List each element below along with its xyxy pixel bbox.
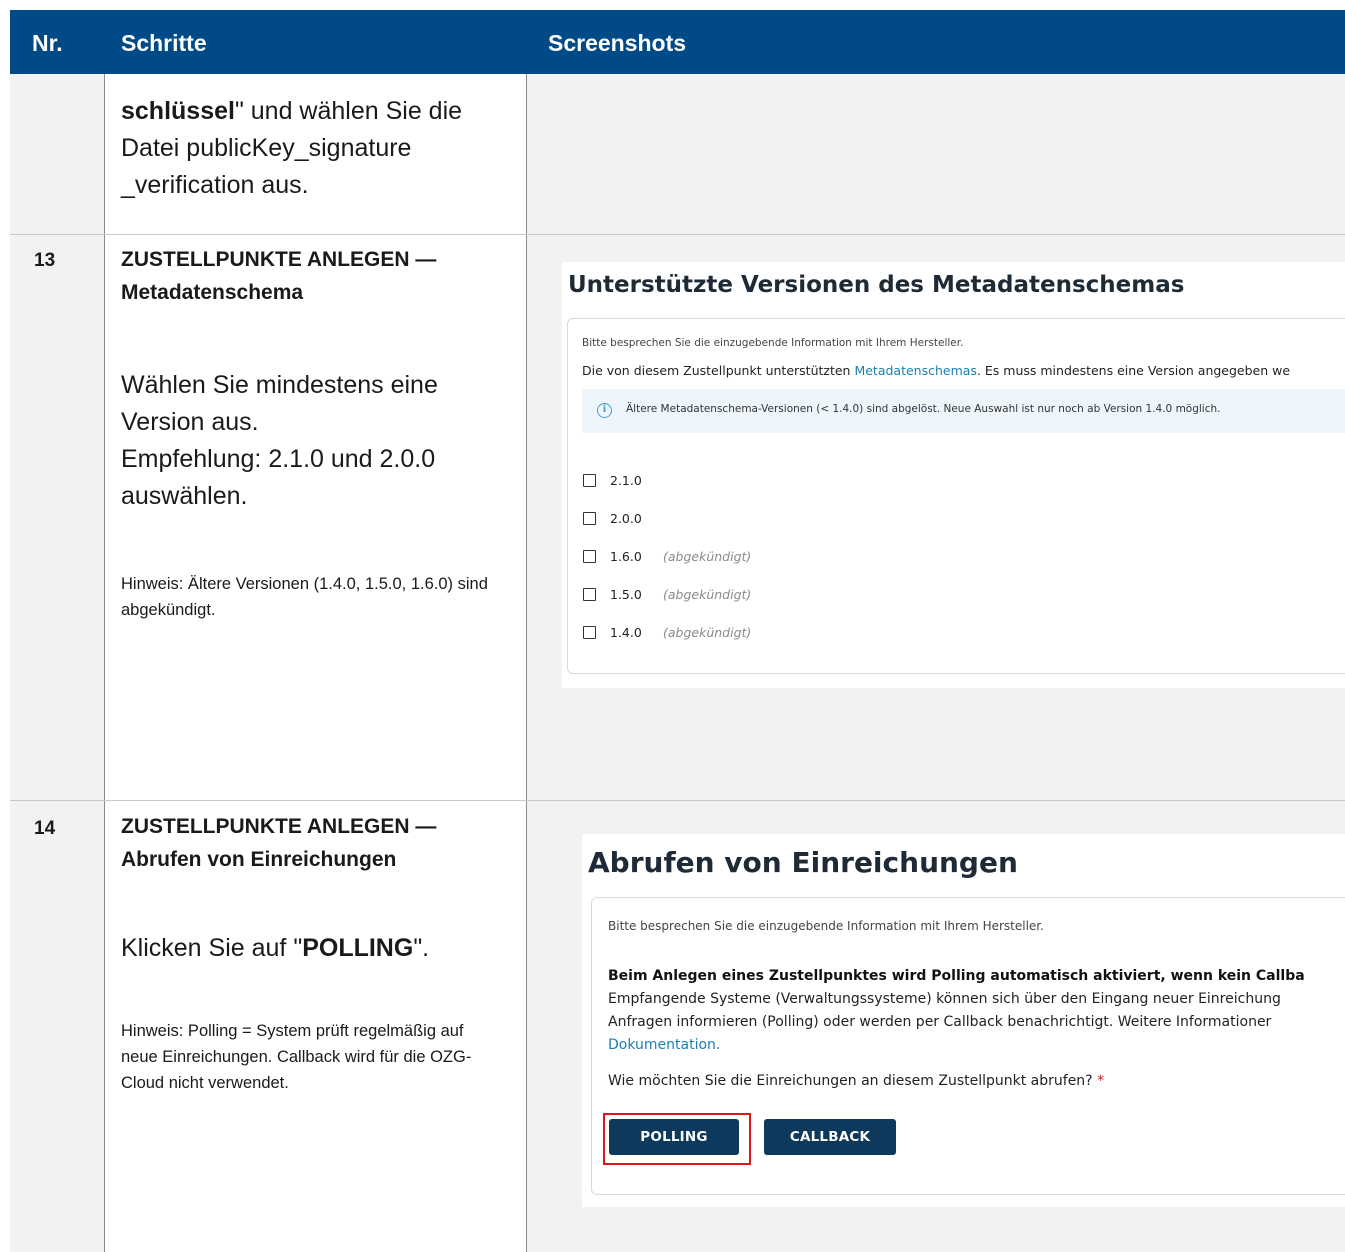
row-13-steps-cell: [104, 235, 527, 800]
version-label: 1.5.0: [610, 587, 642, 602]
step-hint: Hinweis: Polling = System prüft regelmäß…: [121, 1022, 472, 1092]
step-hint: Hinweis: Ältere Versionen (1.4.0, 1.5.0,…: [121, 575, 488, 619]
intro-text: Bitte besprechen Sie die einzugebende In…: [582, 337, 964, 349]
header-steps: Schritte: [121, 30, 207, 56]
step-number: 14: [34, 818, 56, 839]
info-icon: i: [597, 403, 612, 418]
step-text-bold: schlüssel: [121, 97, 235, 125]
step-instruction: Wählen Sie mindestens eine Version aus. …: [121, 371, 438, 510]
info-heading: Beim Anlegen eines Zustellpunktes wird P…: [608, 968, 1305, 984]
row-cont-screenshot-cell: [527, 74, 1345, 234]
checkbox-version-1-4-0[interactable]: [583, 626, 596, 639]
version-label: 1.6.0: [610, 549, 642, 564]
info-text: Anfragen informieren (Polling) oder werd…: [608, 1014, 1272, 1030]
step-instruction: Klicken Sie auf "POLLING".: [121, 934, 430, 962]
steps-table: Nr. Schritte Screenshots schlüssel" und …: [10, 10, 1345, 1252]
step-text-cont: schlüssel" und wählen Sie die Datei publ…: [121, 93, 511, 204]
deprecated-note: (abgekündigt): [663, 549, 752, 564]
required-marker: *: [1097, 1073, 1105, 1089]
deprecated-note: (abgekündigt): [663, 625, 752, 640]
info-text: Ältere Metadatenschema-Versionen (< 1.4.…: [626, 403, 1221, 415]
row-14-nr-cell: [10, 801, 104, 1252]
header-screenshots: Screenshots: [548, 30, 687, 56]
row-divider: [10, 800, 1345, 801]
intro-text: Bitte besprechen Sie die einzugebende In…: [608, 919, 1044, 933]
description-text: Die von diesem Zustellpunkt unterstützte…: [582, 363, 1291, 378]
checkbox-version-1-6-0[interactable]: [583, 550, 596, 563]
version-label: 2.0.0: [610, 511, 642, 526]
form-card: Bitte besprechen Sie die einzugebende In…: [567, 318, 1345, 674]
table-header: Nr. Schritte Screenshots: [10, 10, 1345, 74]
version-label: 1.4.0: [610, 625, 642, 640]
column-divider: [104, 74, 105, 1252]
version-label: 2.1.0: [610, 473, 642, 488]
step-text: _verification aus.: [121, 171, 309, 199]
polling-button[interactable]: POLLING: [609, 1119, 739, 1155]
checkbox-version-2-1-0[interactable]: [583, 474, 596, 487]
checkbox-version-1-5-0[interactable]: [583, 588, 596, 601]
form-card: Bitte besprechen Sie die einzugebende In…: [591, 897, 1345, 1195]
question-label: Wie möchten Sie die Einreichungen an die…: [608, 1073, 1105, 1089]
info-banner: i Ältere Metadatenschema-Versionen (< 1.…: [582, 389, 1345, 433]
step-title: ZUSTELLPUNKTE ANLEGEN — Metadatenschema: [121, 248, 437, 304]
callback-button[interactable]: CALLBACK: [764, 1119, 896, 1155]
section-title: Abrufen von Einreichungen: [588, 846, 1018, 879]
documentation-link[interactable]: Dokumentation.: [608, 1037, 720, 1053]
row-cont-nr-cell: [10, 74, 104, 234]
step-text: Datei publicKey_signature: [121, 134, 412, 162]
step-title: ZUSTELLPUNKTE ANLEGEN — Abrufen von Einr…: [121, 815, 437, 871]
info-text: Empfangende Systeme (Verwaltungssysteme)…: [608, 991, 1281, 1007]
screenshot-retrieve-submissions: Abrufen von Einreichungen Bitte besprech…: [582, 834, 1345, 1207]
checkbox-version-2-0-0[interactable]: [583, 512, 596, 525]
screenshot-metadata-schema: Unterstützte Versionen des Metadatensche…: [562, 262, 1345, 688]
column-divider: [526, 74, 527, 1252]
row-divider: [10, 234, 1345, 235]
section-title: Unterstützte Versionen des Metadatensche…: [568, 272, 1185, 298]
row-13-nr-cell: [10, 235, 104, 800]
deprecated-note: (abgekündigt): [663, 587, 752, 602]
step-number: 13: [34, 250, 56, 271]
metadata-schema-link[interactable]: Metadatenschemas: [854, 363, 977, 378]
step-text: " und wählen Sie die: [234, 97, 463, 125]
header-nr: Nr.: [32, 30, 63, 56]
